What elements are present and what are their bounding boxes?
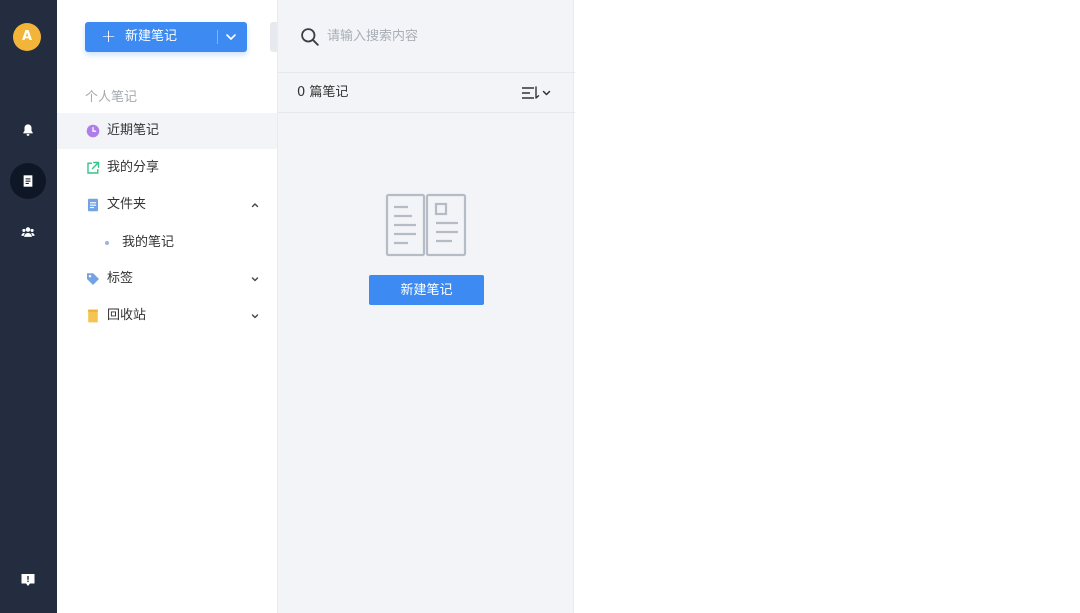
sidebar-collapse-handle[interactable] [270,22,277,52]
plus-icon: + [101,26,117,47]
icon-rail: A [0,0,57,613]
search-bar [278,0,575,73]
tag-icon [87,273,99,285]
trash-icon [88,309,98,323]
sidebar-item-folders[interactable]: 文件夹 [57,187,277,223]
notification-button[interactable] [10,112,46,148]
sidebar-item-label: 文件夹 [107,197,147,212]
sidebar-item-recent[interactable]: 近期笔记 [57,113,277,149]
section-title: 个人笔记 [85,90,138,105]
chevron-down-icon[interactable] [250,274,260,284]
folder-sidebar: + 新建笔记 个人笔记 近期笔记 我的分享 文件夹 我的笔记 标签 回收站 [57,0,277,613]
bullet-dot [105,241,109,245]
empty-notes-illustration [385,193,467,257]
new-note-button[interactable]: + 新建笔记 [85,22,247,52]
note-icon [23,175,33,187]
chevron-up-icon[interactable] [250,200,260,210]
sort-icon [522,86,540,99]
sidebar-item-tags[interactable]: 标签 [57,261,277,297]
note-list-header: 0 篇笔记 [278,73,575,113]
sidebar-item-label: 我的分享 [107,160,160,175]
bell-icon [23,124,33,136]
chevron-down-icon[interactable] [250,311,260,321]
sidebar-item-label: 近期笔记 [107,123,160,138]
sidebar-item-label: 标签 [107,271,134,286]
folder-item-label: 我的笔记 [122,235,175,250]
feedback-icon[interactable] [20,572,36,588]
chevron-down-icon[interactable] [224,30,238,44]
search-icon[interactable] [300,27,320,47]
app-window: A + 新建笔记 个人笔记 近期笔记 我的分享 文件夹 我的笔记 标签 回收站 … [0,0,1080,613]
empty-new-note-button[interactable]: 新建笔记 [369,275,484,305]
new-note-label: 新建笔记 [125,29,178,44]
notes-nav-button[interactable] [10,163,46,199]
team-icon [21,227,35,237]
folder-icon [88,198,98,212]
sort-button[interactable] [518,84,556,102]
sidebar-item-label: 回收站 [107,308,147,323]
share-icon [87,161,100,174]
sidebar-item-trash[interactable]: 回收站 [57,298,277,334]
note-list-panel: 0 篇笔记 新建笔记 [277,0,575,613]
chevron-down-icon [542,90,551,96]
clock-icon [86,124,100,138]
note-count: 0 篇笔记 [297,85,349,100]
team-nav-button[interactable] [10,214,46,250]
folder-item-my-notes[interactable]: 我的笔记 [57,226,277,260]
sidebar-item-shared[interactable]: 我的分享 [57,150,277,186]
button-divider [217,30,218,44]
avatar[interactable]: A [13,23,41,51]
search-input[interactable] [327,25,547,47]
